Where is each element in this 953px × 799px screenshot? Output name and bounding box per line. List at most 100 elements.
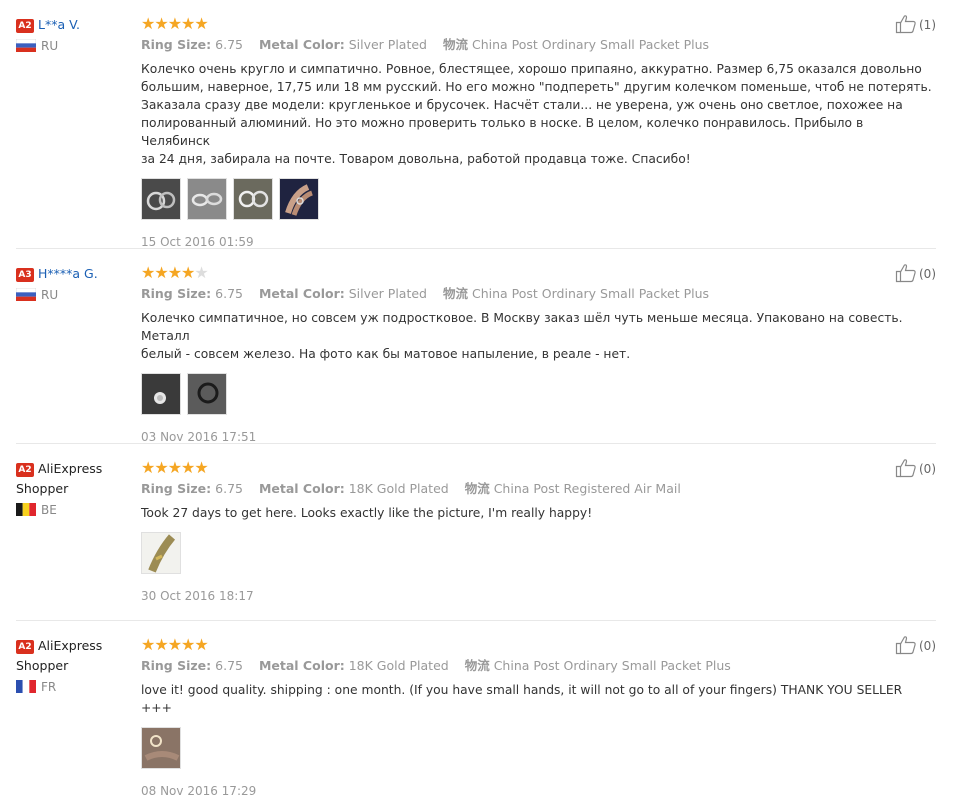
thumbs-up-icon[interactable]: [895, 263, 917, 283]
helpful-count: (0): [919, 639, 936, 653]
buyer-level-badge: A2: [16, 640, 34, 654]
review-photo-thumbnail[interactable]: [141, 532, 181, 574]
metal-color-label: Metal Color:: [258, 286, 345, 301]
review-date: 03 Nov 2016 17:51: [141, 430, 257, 444]
review-photo-thumbnail[interactable]: [141, 178, 181, 220]
metal-color-value: 18K Gold Plated: [348, 658, 449, 673]
review-photos: [141, 727, 936, 769]
star-rating: ★★★★★: [141, 14, 936, 32]
star-icon: ★: [154, 458, 168, 477]
logistics-label: 物流: [464, 658, 490, 673]
metal-color-value: Silver Plated: [348, 286, 427, 301]
country-code: RU: [41, 288, 59, 302]
review-date: 08 Nov 2016 17:29: [141, 784, 257, 798]
review-body: ★★★★★ Ring Size: 6.75 Metal Color: Silve…: [141, 263, 936, 445]
review-text: Колечко симпатичное, но совсем уж подрос…: [141, 311, 903, 361]
review-body: ★★★★★ Ring Size: 6.75 Metal Color: 18K G…: [141, 458, 936, 604]
metal-color-label: Metal Color:: [258, 481, 345, 496]
star-icon: ★: [154, 14, 168, 33]
star-icon: ★: [194, 14, 208, 33]
review-item: A2 AliExpress Shopper BE ★★★★★ Ring Size:…: [16, 458, 936, 621]
star-icon: ★: [167, 458, 182, 477]
logistics-label: 物流: [464, 481, 490, 496]
thumbs-up-icon[interactable]: [895, 458, 917, 478]
ring-size-value: 6.75: [215, 37, 243, 52]
shipping-method: China Post Ordinary Small Packet Plus: [471, 37, 710, 52]
star-icon: ★: [154, 263, 168, 282]
metal-color-value: Silver Plated: [348, 37, 427, 52]
review-photo-thumbnail[interactable]: [187, 373, 227, 415]
star-icon: ★: [141, 14, 155, 33]
star-icon: ★: [194, 635, 208, 654]
star-icon: ★: [181, 635, 195, 654]
buyer-level-badge: A2: [16, 463, 34, 477]
star-icon: ★: [181, 14, 195, 33]
review-photos: [141, 178, 936, 220]
review-photo-thumbnail[interactable]: [141, 373, 181, 415]
logistics-label: 物流: [442, 37, 468, 52]
flag-fr-icon: [16, 680, 36, 693]
shipping-method: China Post Registered Air Mail: [493, 481, 681, 496]
star-icon: ★: [167, 14, 182, 33]
ring-size-label: Ring Size:: [141, 286, 212, 301]
star-icon: ★: [167, 263, 182, 282]
helpful-count: (0): [919, 267, 936, 281]
ring-size-label: Ring Size:: [141, 481, 212, 496]
reviewer-name[interactable]: H****a G.: [38, 266, 98, 281]
star-icon: ★: [194, 458, 208, 477]
reviewer-country: BE: [16, 502, 131, 518]
shipping-method: China Post Ordinary Small Packet Plus: [493, 658, 731, 673]
helpful-vote[interactable]: (1): [895, 14, 936, 36]
review-date: 30 Oct 2016 18:17: [141, 589, 254, 603]
helpful-vote[interactable]: (0): [895, 635, 936, 657]
order-attributes: Ring Size: 6.75 Metal Color: 18K Gold Pl…: [141, 480, 936, 498]
review-date: 15 Oct 2016 01:59: [141, 235, 254, 249]
order-attributes: Ring Size: 6.75 Metal Color: 18K Gold Pl…: [141, 657, 936, 675]
review-photo-thumbnail[interactable]: [279, 178, 319, 220]
star-icon: ★: [167, 635, 182, 654]
thumbs-up-icon[interactable]: [895, 14, 917, 34]
review-photo-thumbnail[interactable]: [141, 727, 181, 769]
ring-size-value: 6.75: [215, 658, 243, 673]
metal-color-value: 18K Gold Plated: [348, 481, 449, 496]
review-body: ★★★★★ Ring Size: 6.75 Metal Color: Silve…: [141, 14, 936, 250]
reviewer-country: RU: [16, 287, 131, 303]
star-rating: ★★★★★: [141, 635, 936, 653]
flag-ru-icon: [16, 39, 36, 52]
reviewer-info: A2 AliExpress Shopper FR: [16, 635, 131, 695]
ring-size-label: Ring Size:: [141, 37, 212, 52]
country-code: RU: [41, 39, 59, 53]
review-text: Took 27 days to get here. Looks exactly …: [141, 506, 593, 520]
star-rating: ★★★★★: [141, 263, 936, 281]
helpful-count: (0): [919, 462, 936, 476]
buyer-level-badge: A2: [16, 19, 34, 33]
reviewer-name[interactable]: L**a V.: [38, 17, 80, 32]
star-icon: ★: [154, 635, 168, 654]
review-item: A2 AliExpress Shopper FR ★★★★★ Ring Size:…: [16, 635, 936, 798]
ring-size-value: 6.75: [215, 481, 243, 496]
review-photos: [141, 373, 936, 415]
review-text: Колечко очень кругло и симпатично. Ровно…: [141, 62, 932, 166]
helpful-vote[interactable]: (0): [895, 458, 936, 480]
buyer-level-badge: A3: [16, 268, 34, 282]
ring-size-value: 6.75: [215, 286, 243, 301]
review-body: ★★★★★ Ring Size: 6.75 Metal Color: 18K G…: [141, 635, 936, 799]
flag-be-icon: [16, 503, 36, 516]
country-code: BE: [41, 503, 57, 517]
review-photo-thumbnail[interactable]: [233, 178, 273, 220]
review-photo-thumbnail[interactable]: [187, 178, 227, 220]
star-icon: ★: [141, 458, 155, 477]
helpful-vote[interactable]: (0): [895, 263, 936, 285]
country-code: FR: [41, 680, 57, 694]
review-item: A2 L**a V. RU ★★★★★ Ring Size: 6.75 Metal…: [16, 14, 936, 249]
thumbs-up-icon[interactable]: [895, 635, 917, 655]
helpful-count: (1): [919, 18, 936, 32]
order-attributes: Ring Size: 6.75 Metal Color: Silver Plat…: [141, 36, 936, 54]
flag-ru-icon: [16, 288, 36, 301]
reviewer-country: RU: [16, 38, 131, 54]
review-item: A3 H****a G. RU ★★★★★ Ring Size: 6.75 Met…: [16, 263, 936, 444]
ring-size-label: Ring Size:: [141, 658, 212, 673]
review-text: love it! good quality. shipping : one mo…: [141, 683, 903, 715]
star-rating: ★★★★★: [141, 458, 936, 476]
star-empty-icon: ★: [194, 263, 208, 282]
